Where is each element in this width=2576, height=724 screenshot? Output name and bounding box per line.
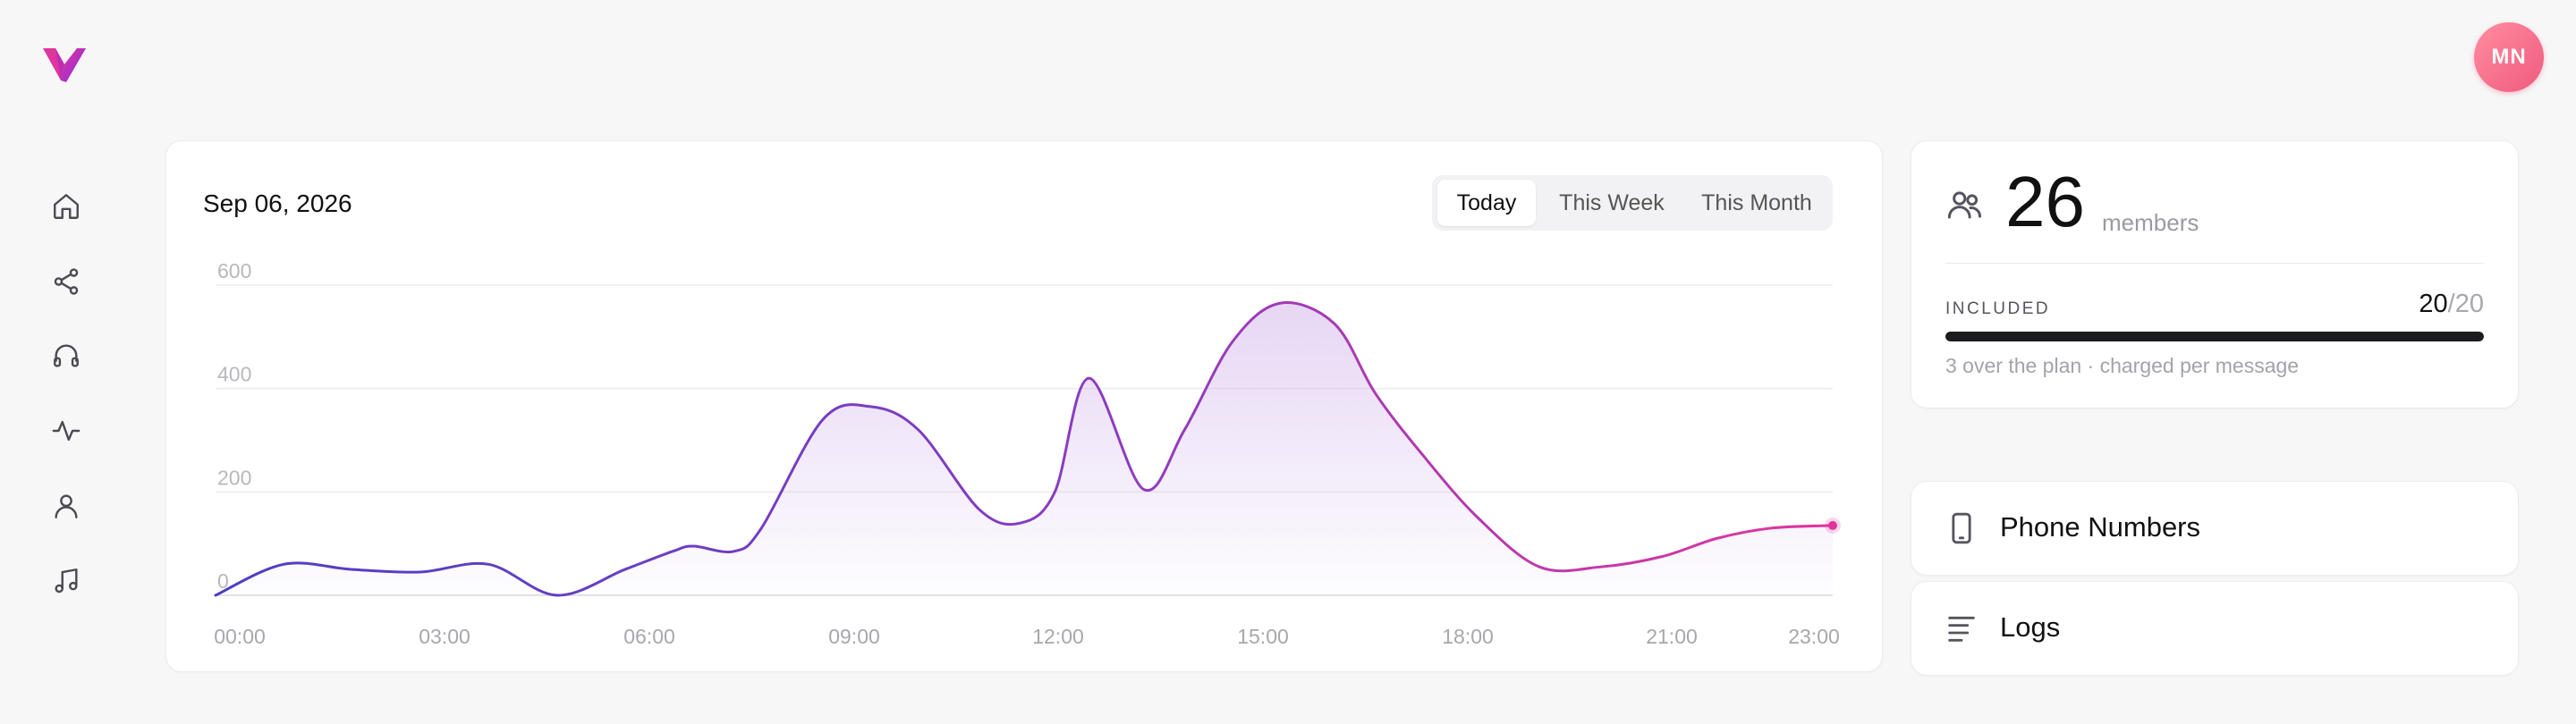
x-tick-label: 15:00 bbox=[1237, 625, 1289, 648]
usage-progress-bar bbox=[1945, 332, 2484, 341]
sidebar-item-music[interactable] bbox=[48, 563, 84, 599]
logs-label: Logs bbox=[2000, 611, 2061, 643]
divider bbox=[1945, 263, 2484, 264]
x-tick-label: 12:00 bbox=[1032, 625, 1084, 648]
phone-numbers-label: Phone Numbers bbox=[2000, 511, 2201, 543]
members-count: 26 bbox=[2005, 162, 2085, 241]
sidebar-item-user[interactable] bbox=[48, 488, 84, 524]
sidebar-item-share[interactable] bbox=[48, 264, 84, 299]
y-tick-label: 400 bbox=[217, 363, 251, 386]
x-tick-label: 23:00 bbox=[1788, 625, 1840, 648]
included-total: 20 bbox=[2454, 290, 2484, 318]
brand-logo[interactable] bbox=[41, 45, 88, 84]
included-label: INCLUDED bbox=[1945, 299, 2051, 318]
home-icon bbox=[54, 194, 79, 219]
headphones-icon bbox=[54, 344, 79, 367]
y-tick-label: 600 bbox=[217, 259, 251, 282]
included-separator: / bbox=[2447, 290, 2455, 318]
activity-icon bbox=[52, 420, 80, 442]
series-area bbox=[216, 302, 1833, 596]
user-icon bbox=[55, 494, 78, 518]
phone-numbers-link[interactable]: Phone Numbers bbox=[1911, 481, 2519, 576]
users-icon bbox=[1945, 186, 1983, 223]
share-icon bbox=[54, 268, 79, 295]
y-tick-label: 200 bbox=[217, 466, 251, 489]
x-tick-label: 03:00 bbox=[419, 625, 470, 648]
x-tick-label: 21:00 bbox=[1646, 625, 1698, 648]
end-point bbox=[1828, 520, 1837, 530]
x-tick-label: 09:00 bbox=[828, 625, 880, 648]
sidebar-item-home[interactable] bbox=[48, 189, 84, 224]
usage-progress-fill bbox=[1945, 332, 2484, 341]
logs-link[interactable]: Logs bbox=[1911, 581, 2519, 676]
x-tick-label: 18:00 bbox=[1442, 625, 1494, 648]
user-avatar[interactable]: MN bbox=[2474, 22, 2544, 92]
overage-note: 3 over the plan · charged per message bbox=[1945, 354, 2300, 377]
x-tick-label: 00:00 bbox=[214, 625, 266, 648]
sidebar-item-activity[interactable] bbox=[48, 413, 84, 449]
members-label: members bbox=[2102, 209, 2199, 236]
sidebar-item-support[interactable] bbox=[48, 338, 84, 374]
logs-icon bbox=[1944, 610, 1979, 646]
activity-chart-card: Sep 06, 2026 Today This Week This Month … bbox=[165, 140, 1883, 672]
music-icon bbox=[55, 568, 78, 594]
included-used: 20 bbox=[2419, 290, 2448, 318]
activity-chart: 020040060000:00 03:00 06:00 09:00 12:00 15:00… bbox=[214, 259, 1841, 648]
smartphone-icon bbox=[1944, 510, 1979, 546]
x-tick-label: 06:00 bbox=[623, 625, 675, 648]
members-card: 26 members INCLUDED 20/20 3 over the pla… bbox=[1911, 140, 2519, 408]
included-value: 20/20 bbox=[2419, 290, 2484, 319]
